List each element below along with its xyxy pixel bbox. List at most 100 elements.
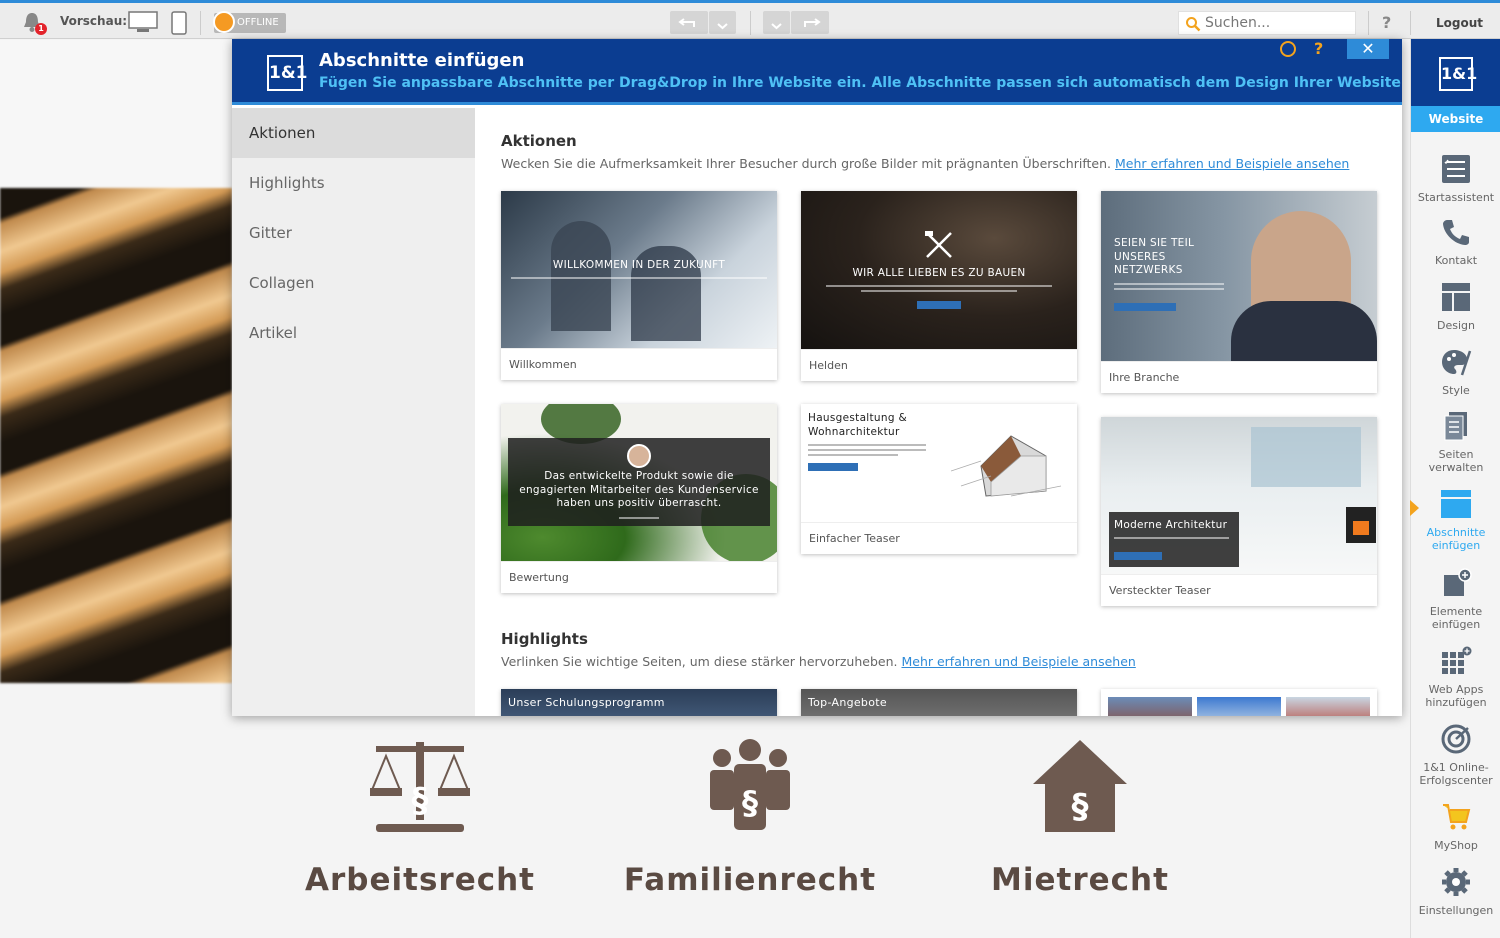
sidebar-item-label: Seiten verwalten — [1428, 448, 1484, 474]
thumb-headline: WILLKOMMEN IN DER ZUKUNFT — [552, 259, 726, 271]
cart-icon — [1443, 804, 1471, 830]
history-icon[interactable] — [1280, 41, 1296, 57]
card-thumbnail: Moderne Architektur — [1101, 417, 1377, 574]
divider — [200, 11, 201, 35]
sections-icon — [1441, 490, 1471, 518]
service-mietrecht[interactable]: § Mietrecht — [950, 738, 1210, 898]
service-arbeitsrecht[interactable]: § Arbeitsrecht — [290, 738, 550, 898]
tools-icon — [925, 231, 952, 258]
service-familienrecht[interactable]: § Familienrecht — [620, 738, 880, 898]
card-thumbnail: Das entwickelte Produkt sowie die engagi… — [501, 404, 777, 561]
family-icon: § — [710, 739, 790, 830]
svg-text:§: § — [412, 781, 429, 821]
card-thumbnail: Hausgestaltung & Wohnarchitektur — [801, 404, 1077, 522]
sidebar-item-startassistent[interactable]: Startassistent — [1411, 154, 1500, 204]
section-card-ihre-branche[interactable]: SEIEN SIE TEIL UNSERES NETZWERKS Ihre Br… — [1101, 191, 1377, 393]
layout-icon — [1442, 283, 1470, 311]
undo-history-button[interactable] — [709, 11, 736, 34]
sidebar-brand: 1&1 — [1411, 39, 1500, 106]
desktop-preview-icon[interactable] — [128, 11, 158, 33]
editor-toolbar: 1 Vorschau: OFFLINE ? Logout — [0, 0, 1500, 39]
chevron-down-icon — [771, 23, 782, 30]
brand-logo: 1&1 — [267, 55, 307, 91]
redo-icon — [804, 18, 821, 27]
palette-icon — [1442, 350, 1472, 376]
card-thumbnail: WIR ALLE LIEBEN ES ZU BAUEN — [801, 191, 1077, 349]
divider — [750, 11, 751, 35]
thumb-quote: Das entwickelte Produkt sowie die engagi… — [519, 470, 759, 509]
thumb-headline: SEIEN SIE TEIL UNSERES NETZWERKS — [1114, 237, 1195, 276]
pages-icon — [1444, 412, 1467, 441]
section-description-text: Wecken Sie die Aufmerksamkeit Ihrer Besu… — [501, 156, 1112, 171]
thumb-headline: WIR ALLE LIEBEN ES ZU BAUEN — [852, 267, 1026, 279]
help-button[interactable]: ? — [1382, 13, 1391, 32]
close-button[interactable]: ✕ — [1347, 39, 1389, 59]
phone-icon — [1443, 220, 1469, 245]
search-input[interactable] — [1205, 12, 1355, 34]
sidebar-item-seiten-verwalten[interactable]: Seiten verwalten — [1411, 411, 1500, 474]
dialog-title: Abschnitte einfügen — [319, 50, 525, 71]
section-card-einfacher-teaser[interactable]: Hausgestaltung & Wohnarchitektur Einfach… — [801, 404, 1077, 554]
section-card-gallery[interactable] — [1101, 689, 1377, 716]
chevron-down-icon — [717, 23, 728, 30]
redo-history-button[interactable] — [763, 11, 790, 34]
section-card-schulungsprogramm[interactable]: Unser Schulungsprogramm — [501, 689, 777, 716]
sidebar-item-einstellungen[interactable]: Einstellungen — [1411, 867, 1500, 917]
thumb-headline: Hausgestaltung & Wohnarchitektur — [808, 412, 907, 438]
nav-item-collagen[interactable]: Collagen — [232, 258, 475, 308]
sidebar-item-design[interactable]: Design — [1411, 282, 1500, 332]
card-label: Willkommen — [501, 348, 777, 380]
card-thumbnail: Unser Schulungsprogramm — [501, 689, 777, 716]
undo-button[interactable] — [670, 11, 708, 34]
search-icon — [1186, 17, 1201, 32]
service-label: Mietrecht — [991, 862, 1169, 898]
section-description: Verlinken Sie wichtige Seiten, um diese … — [501, 654, 1136, 669]
right-sidebar: 1&1 Website Startassistent Kontakt Desig… — [1410, 39, 1500, 938]
sidebar-item-kontakt[interactable]: Kontakt — [1411, 217, 1500, 267]
house-icon: § — [1033, 740, 1127, 832]
logout-button[interactable]: Logout — [1436, 16, 1483, 30]
section-card-willkommen[interactable]: WILLKOMMEN IN DER ZUKUNFT Willkommen — [501, 191, 777, 380]
section-card-bewertung[interactable]: Das entwickelte Produkt sowie die engagi… — [501, 404, 777, 593]
sidebar-item-abschnitte-einfuegen[interactable]: Abschnitte einfügen — [1411, 489, 1500, 552]
sidebar-item-myshop[interactable]: MyShop — [1411, 802, 1500, 852]
search-box[interactable] — [1178, 11, 1356, 35]
section-heading: Highlights — [501, 630, 588, 648]
website-tab[interactable]: Website — [1411, 106, 1500, 132]
card-label: Bewertung — [501, 561, 777, 593]
mobile-preview-icon[interactable] — [171, 11, 187, 35]
sidebar-item-label: Design — [1437, 319, 1475, 332]
nav-item-aktionen[interactable]: Aktionen — [232, 108, 475, 158]
brand-logo: 1&1 — [1439, 57, 1477, 91]
wizard-icon — [1442, 155, 1470, 183]
learn-more-link[interactable]: Mehr erfahren und Beispiele ansehen — [1115, 156, 1349, 171]
thumb-headline: Unser Schulungsprogramm — [508, 696, 665, 709]
sidebar-item-web-apps[interactable]: Web Apps hinzufügen — [1411, 646, 1500, 709]
sections-gallery: Aktionen Wecken Sie die Aufmerksamkeit I… — [475, 108, 1402, 716]
nav-item-gitter[interactable]: Gitter — [232, 208, 475, 258]
redo-button[interactable] — [791, 11, 829, 34]
sidebar-item-elemente-einfuegen[interactable]: Elemente einfügen — [1411, 568, 1500, 631]
svg-text:§: § — [742, 784, 758, 822]
nav-item-artikel[interactable]: Artikel — [232, 308, 475, 358]
service-label: Arbeitsrecht — [305, 862, 535, 898]
sidebar-item-label: 1&1 Online-Erfolgscenter — [1419, 761, 1493, 787]
undo-icon — [678, 18, 695, 27]
card-label: Ihre Branche — [1101, 361, 1377, 393]
sidebar-item-style[interactable]: Style — [1411, 347, 1500, 397]
learn-more-link[interactable]: Mehr erfahren und Beispiele ansehen — [901, 654, 1135, 669]
card-thumbnail: WILLKOMMEN IN DER ZUKUNFT — [501, 191, 777, 348]
sidebar-item-erfolgscenter[interactable]: 1&1 Online-Erfolgscenter — [1411, 724, 1500, 787]
nav-item-highlights[interactable]: Highlights — [232, 158, 475, 208]
thumb-headline: Moderne Architektur — [1114, 519, 1228, 531]
section-card-helden[interactable]: WIR ALLE LIEBEN ES ZU BAUEN Helden — [801, 191, 1077, 381]
service-label: Familienrecht — [623, 862, 877, 898]
divider — [1368, 11, 1369, 35]
sidebar-item-label: Web Apps hinzufügen — [1425, 683, 1487, 709]
section-card-top-angebote[interactable]: Top-Angebote — [801, 689, 1077, 716]
gear-icon — [1442, 868, 1470, 896]
notification-badge: 1 — [35, 23, 47, 35]
section-card-versteckter-teaser[interactable]: Moderne Architektur Versteckter Teaser — [1101, 417, 1377, 606]
dialog-help-button[interactable]: ? — [1314, 39, 1323, 58]
insert-sections-dialog: 1&1 Abschnitte einfügen Fügen Sie anpass… — [232, 39, 1402, 716]
